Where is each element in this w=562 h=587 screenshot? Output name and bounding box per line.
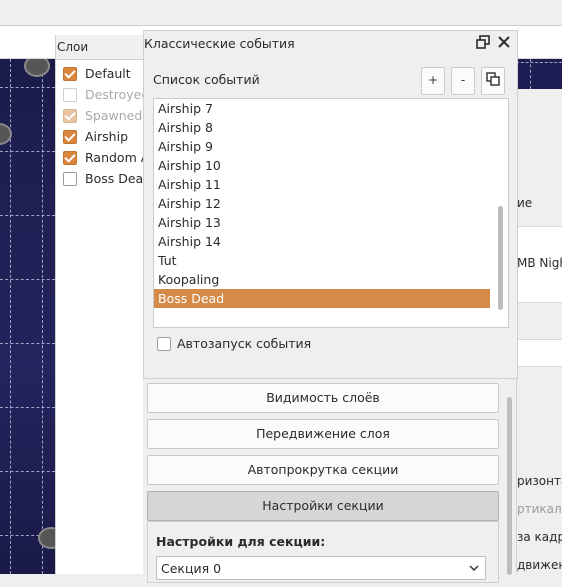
restore-window-icon[interactable] bbox=[476, 35, 490, 49]
section-properties-panel: ие MB Nigh ризонта ртикал за кадр движен… bbox=[516, 89, 562, 574]
dialog-title: Классические события bbox=[144, 36, 295, 51]
close-icon[interactable] bbox=[497, 35, 511, 49]
layers-panel: Слои Default Destroyed Spawned N Airship Ran… bbox=[55, 35, 146, 574]
layer-list: Default Destroyed Spawned N Airship Random A… bbox=[56, 63, 146, 189]
scrollbar-thumb[interactable] bbox=[498, 206, 503, 310]
layer-item[interactable]: Spawned N bbox=[56, 105, 146, 126]
layer-item-label: Airship bbox=[85, 129, 129, 144]
canvas-object[interactable] bbox=[24, 59, 50, 77]
chevron-down-icon bbox=[467, 557, 481, 579]
event-list-item[interactable]: Boss Dead bbox=[154, 289, 490, 308]
offscreen-exit-option[interactable]: за кадр bbox=[517, 530, 562, 544]
section-select[interactable]: Секция 0 bbox=[156, 556, 486, 580]
event-list-item[interactable]: Airship 8 bbox=[154, 118, 508, 137]
event-list-item[interactable]: Airship 13 bbox=[154, 213, 508, 232]
add-event-button[interactable]: + bbox=[421, 67, 445, 95]
event-list-item[interactable]: Airship 11 bbox=[154, 175, 508, 194]
classic-events-dialog: Классические события Список событий + - … bbox=[143, 30, 518, 379]
vertical-wrap-option[interactable]: ртикал bbox=[517, 502, 562, 516]
layer-visibility-checkbox[interactable] bbox=[63, 130, 77, 144]
canvas-object[interactable] bbox=[38, 527, 55, 549]
movement-option[interactable]: движени bbox=[517, 558, 562, 572]
event-list-item[interactable]: Airship 9 bbox=[154, 137, 508, 156]
layer-item-label: Spawned N bbox=[85, 108, 146, 123]
event-list-item[interactable]: Tut bbox=[154, 251, 508, 270]
layer-item[interactable]: Airship bbox=[56, 126, 146, 147]
layer-visibility-button[interactable]: Видимость слоёв bbox=[147, 383, 499, 413]
layer-visibility-checkbox[interactable] bbox=[63, 109, 77, 123]
layer-visibility-checkbox[interactable] bbox=[63, 67, 77, 81]
properties-panel: Видимость слоёв Передвижение слоя Автопр… bbox=[143, 378, 516, 583]
section-autoscroll-button[interactable]: Автопрокрутка секции bbox=[147, 455, 499, 485]
layer-item-label: Destroyed bbox=[85, 87, 146, 102]
layer-visibility-checkbox[interactable] bbox=[63, 172, 77, 186]
section-header-fragment: ие bbox=[517, 196, 533, 210]
event-list-item[interactable]: Koopaling bbox=[154, 270, 508, 289]
event-list-item[interactable]: Airship 12 bbox=[154, 194, 508, 213]
level-canvas-right[interactable] bbox=[516, 59, 562, 89]
autostart-checkbox[interactable]: Автозапуск события bbox=[157, 336, 311, 352]
horizontal-wrap-option[interactable]: ризонта bbox=[517, 474, 562, 488]
layer-item[interactable]: Boss Dead bbox=[56, 168, 146, 189]
layer-item[interactable]: Default bbox=[56, 63, 146, 84]
window-top-bar bbox=[0, 0, 562, 26]
layer-item[interactable]: Destroyed bbox=[56, 84, 146, 105]
layer-item-label: Random A bbox=[85, 150, 146, 165]
properties-scrollbar[interactable] bbox=[507, 393, 513, 575]
remove-event-button[interactable]: - bbox=[451, 67, 475, 95]
section-settings-label: Настройки для секции: bbox=[156, 534, 326, 549]
autostart-label: Автозапуск события bbox=[177, 336, 312, 351]
layers-panel-title: Слои bbox=[56, 35, 146, 60]
level-canvas[interactable] bbox=[0, 59, 55, 574]
layer-item-label: Default bbox=[85, 66, 131, 81]
layer-visibility-checkbox[interactable] bbox=[63, 151, 77, 165]
duplicate-event-button[interactable] bbox=[481, 67, 505, 95]
layer-movement-button[interactable]: Передвижение слоя bbox=[147, 419, 499, 449]
event-list-item[interactable]: Airship 14 bbox=[154, 232, 508, 251]
event-list-item[interactable]: Airship 7 bbox=[154, 99, 508, 118]
scrollbar-thumb[interactable] bbox=[507, 397, 512, 575]
duplicate-icon bbox=[486, 72, 500, 87]
layer-visibility-checkbox[interactable] bbox=[63, 88, 77, 102]
layer-item[interactable]: Random A bbox=[56, 147, 146, 168]
section-settings-button[interactable]: Настройки секции bbox=[147, 491, 499, 521]
event-list-item[interactable]: Airship 10 bbox=[154, 156, 508, 175]
checkbox-box[interactable] bbox=[157, 337, 171, 351]
layer-item-label: Boss Dead bbox=[85, 171, 146, 186]
event-list-scrollbar[interactable] bbox=[498, 99, 504, 327]
music-field-fragment[interactable]: MB Nigh bbox=[517, 256, 562, 270]
event-list-label: Список событий bbox=[153, 72, 260, 87]
event-list[interactable]: Airship 7 Airship 8 Airship 9 Airship 10 Air… bbox=[153, 98, 509, 328]
